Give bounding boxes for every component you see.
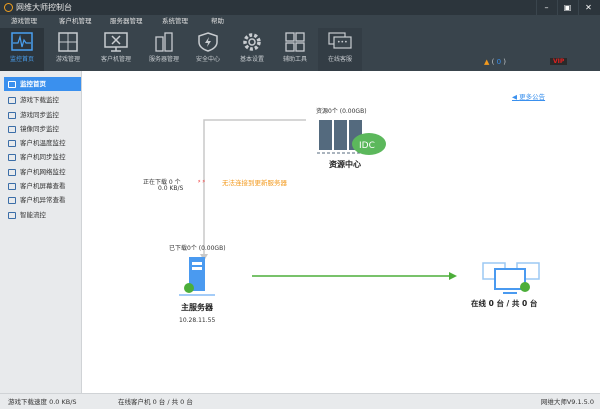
tool-label: 安全中心 (195, 56, 220, 63)
main-server-icon (179, 257, 215, 296)
server-icon (155, 32, 173, 52)
close-button[interactable]: ✕ (578, 0, 598, 15)
idc-server-icon: IDC (317, 120, 386, 155)
tool-label: 基本设置 (239, 56, 264, 63)
downloaded-info: 已下载0个 (0.00GB) (169, 245, 226, 252)
main-server-label: 主服务器 (181, 303, 213, 312)
tool-label: 在线客服 (327, 56, 352, 63)
broken-link-icon: ⸗ ⸗ (198, 177, 206, 185)
status-download-speed: 游戏下载速度 0.0 KB/S (8, 398, 77, 406)
sidebar-label: 监控首页 (20, 80, 46, 88)
alert-paren: ) (503, 58, 507, 66)
alert-indicator[interactable]: ▲ ( 0 ) (484, 58, 506, 66)
check-icon (520, 282, 530, 292)
sidebar-label: 游戏下载监控 (20, 96, 59, 105)
resource-center-label: 资源中心 (329, 160, 361, 169)
gamepad-grid-icon (58, 32, 78, 52)
sidebar-label: 客户机网络监控 (20, 167, 66, 176)
grid-icon (285, 32, 305, 52)
clients-online-label: 在线 0 台 / 共 0 台 (471, 299, 538, 308)
status-bar: 游戏下载速度 0.0 KB/S 在线客户机 0 台 / 共 0 台 网维大师V9… (0, 393, 600, 409)
screen-view-icon (8, 183, 16, 191)
toolbar: 监控首页 游戏管理 客户机管理 服务器管理 安全中心 基本设置 辅助工具 •••… (0, 28, 600, 71)
sidebar: 监控首页 游戏下载监控 游戏同步监控 镜像同步监控 客户机温度监控 客户机同步监… (0, 71, 82, 393)
sidebar-item-game-download[interactable]: 游戏下载监控 (0, 93, 81, 107)
chat-icon: ••• (328, 32, 352, 49)
minimize-button[interactable]: – (536, 0, 556, 15)
mirror-icon (8, 125, 16, 133)
sidebar-item-client-network[interactable]: 客户机网络监控 (0, 165, 81, 179)
title-bar: 网维大师控制台 – ▣ ✕ (0, 0, 600, 15)
main-server-ip: 10.28.11.55 (179, 317, 216, 324)
sidebar-item-client-sync[interactable]: 客户机同步监控 (0, 150, 81, 164)
menu-bar: 游戏管理 客户机管理 服务器管理 系统管理 帮助 (0, 15, 600, 28)
sidebar-item-client-temp[interactable]: 客户机温度监控 (0, 136, 81, 150)
app-title: 网维大师控制台 (16, 3, 72, 12)
warning-icon: ▲ (484, 58, 490, 66)
tool-game[interactable]: 游戏管理 (46, 28, 90, 71)
tool-client[interactable]: 客户机管理 (94, 28, 138, 71)
check-icon (184, 283, 194, 293)
screen-icon (8, 154, 16, 162)
tool-label: 监控首页 (9, 56, 34, 63)
tool-monitor[interactable]: 监控首页 (0, 28, 44, 71)
tool-label: 游戏管理 (55, 56, 80, 63)
alert-count: 0 (496, 58, 502, 66)
menu-game[interactable]: 游戏管理 (11, 15, 37, 28)
sidebar-label: 客户机同步监控 (20, 153, 66, 162)
sidebar-label: 智能流控 (20, 210, 46, 219)
connection-error: 无法连接到更新服务器 (222, 179, 287, 187)
sidebar-item-game-sync[interactable]: 游戏同步监控 (0, 108, 81, 122)
tool-label: 服务器管理 (148, 56, 179, 63)
tool-support[interactable]: ••• 在线客服 (318, 28, 362, 71)
main-panel: ◀ 更多公告 ⸗ ⸗ 资源0个 (0.00GB) IDC 资源中心 正在下载 0… (83, 71, 600, 393)
sidebar-label: 客户机异常查看 (20, 196, 66, 205)
monitor-icon (8, 81, 16, 88)
tool-security[interactable]: 安全中心 (186, 28, 230, 71)
menu-help[interactable]: 帮助 (211, 15, 224, 28)
sidebar-item-image-sync[interactable]: 镜像同步监控 (0, 122, 81, 136)
sidebar-item-client-error[interactable]: 客户机异常查看 (0, 193, 81, 207)
right-arrow (449, 272, 457, 280)
thermometer-icon (8, 140, 16, 148)
status-online-clients: 在线客户机 0 台 / 共 0 台 (118, 398, 193, 406)
sidebar-item-flow-control[interactable]: 智能流控 (0, 208, 81, 222)
sidebar-label: 客户机屏幕查看 (20, 182, 66, 191)
menu-server[interactable]: 服务器管理 (110, 15, 143, 28)
sync-icon (8, 111, 16, 119)
flow-icon (8, 211, 16, 219)
monitor-pulse-icon (11, 32, 33, 51)
download-icon (8, 97, 16, 105)
tool-utilities[interactable]: 辅助工具 (273, 28, 317, 71)
sidebar-label: 客户机温度监控 (20, 139, 66, 148)
sidebar-label: 游戏同步监控 (20, 110, 59, 119)
maximize-button[interactable]: ▣ (557, 0, 577, 15)
client-tools-icon (104, 32, 128, 52)
menu-system[interactable]: 系统管理 (162, 15, 188, 28)
sidebar-label: 镜像同步监控 (20, 124, 59, 133)
update-link-line (203, 119, 306, 256)
tool-label: 客户机管理 (100, 56, 131, 63)
network-icon (8, 168, 16, 176)
menu-client[interactable]: 客户机管理 (59, 15, 92, 28)
tool-server[interactable]: 服务器管理 (142, 28, 186, 71)
status-version: 网维大师V9.1.5.0 (540, 398, 594, 406)
idc-label: IDC (359, 141, 375, 151)
screen-error-icon (8, 197, 16, 205)
alert-paren: ( (491, 58, 495, 66)
shield-bolt-icon (198, 32, 218, 52)
sidebar-item-client-screen[interactable]: 客户机屏幕查看 (0, 179, 81, 193)
app-logo-icon (4, 3, 13, 12)
svg-text:•••: ••• (337, 39, 348, 46)
gear-icon (243, 33, 261, 51)
tool-settings[interactable]: 基本设置 (230, 28, 274, 71)
sidebar-item-monitor-home[interactable]: 监控首页 (4, 77, 81, 92)
download-speed: 0.0 KB/S (158, 185, 184, 192)
tool-label: 辅助工具 (282, 56, 307, 63)
clients-icon (482, 262, 540, 294)
resource-info: 资源0个 (0.00GB) (316, 108, 367, 115)
vip-badge[interactable]: VIP (550, 58, 568, 65)
